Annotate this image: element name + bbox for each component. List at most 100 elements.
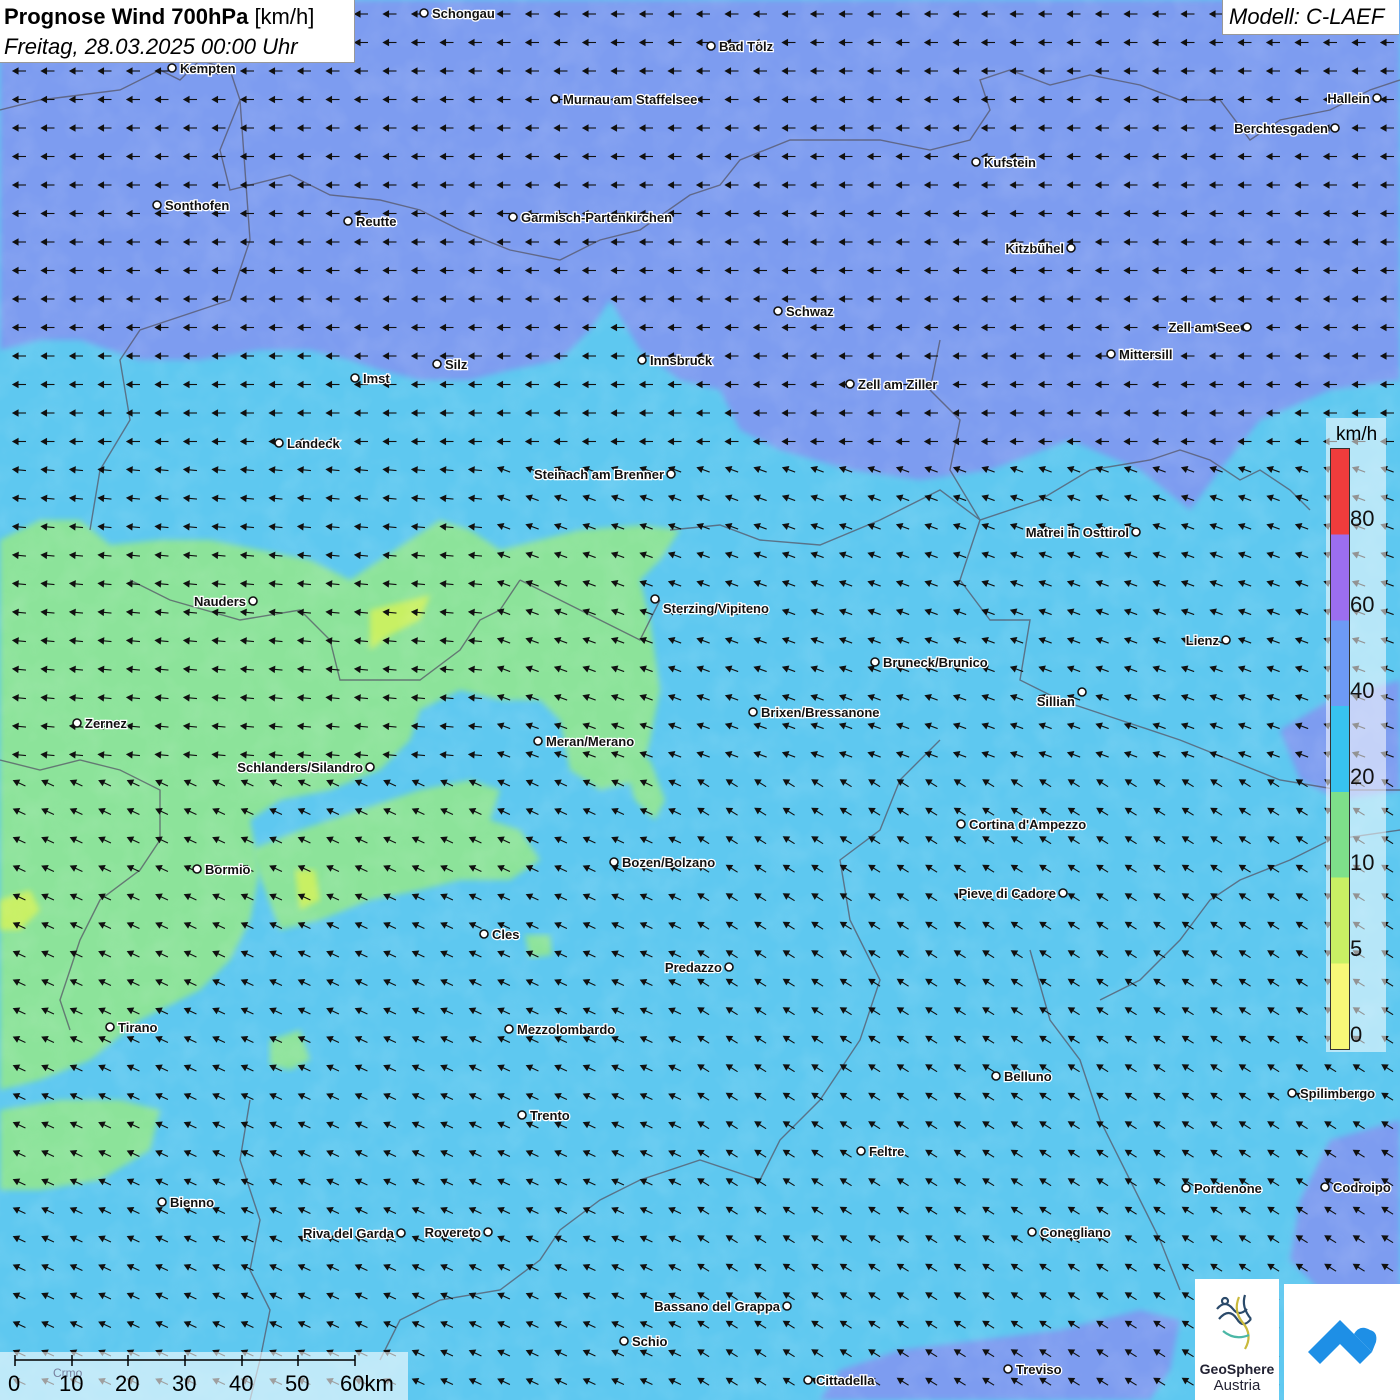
city-label: Innsbruck xyxy=(650,353,713,368)
city-marker: Zell am See xyxy=(1167,319,1252,336)
city-dot xyxy=(157,1197,167,1207)
legend-label-80: 80 xyxy=(1350,506,1375,531)
city-dot xyxy=(419,8,429,18)
city-label: Meran/Merano xyxy=(546,734,634,749)
city-marker: Bozen/Bolzano xyxy=(609,854,716,871)
city-marker: Bassano del Grappa xyxy=(653,1298,792,1315)
city-marker: Schongau xyxy=(419,5,496,22)
city-label: Steinach am Brenner xyxy=(534,467,664,482)
city-dot xyxy=(706,41,716,51)
city-label: Sonthofen xyxy=(165,198,229,213)
city-dot xyxy=(1330,123,1340,133)
city-label: Hallein xyxy=(1327,91,1370,106)
map-title-main: Prognose Wind 700hPa xyxy=(4,4,249,29)
city-label: Pieve di Cadore xyxy=(958,886,1056,901)
map-title: Prognose Wind 700hPa [km/h] xyxy=(4,4,314,30)
title-box: Prognose Wind 700hPa [km/h] Freitag, 28.… xyxy=(0,0,355,63)
city-marker: Cortina d'Ampezzo xyxy=(956,816,1088,833)
scale-bar: Crmo 0 10 20 30 40 50 60km xyxy=(0,1352,408,1400)
city-dot xyxy=(508,212,518,222)
legend-label-40: 40 xyxy=(1350,678,1375,703)
city-marker: Berchtesgaden xyxy=(1233,120,1340,137)
city-dot xyxy=(1131,527,1141,537)
city-marker: Conegliano xyxy=(1027,1224,1112,1241)
city-dot xyxy=(479,929,489,939)
scale-label-0: 0 xyxy=(8,1371,21,1396)
city-label: Imst xyxy=(363,371,390,386)
city-dot xyxy=(504,1024,514,1034)
city-label: Sterzing/Vipiteno xyxy=(663,601,769,616)
city-marker: Sonthofen xyxy=(152,197,231,214)
city-dot xyxy=(956,819,966,829)
city-label: Cles xyxy=(492,927,519,942)
legend-label-10: 10 xyxy=(1350,850,1375,875)
app-logo[interactable] xyxy=(1284,1284,1400,1400)
city-dot xyxy=(637,355,647,365)
city-dot xyxy=(167,63,177,73)
city-dot xyxy=(533,736,543,746)
city-marker: Brixen/Bressanone xyxy=(748,704,881,721)
city-marker: Zell am Ziller xyxy=(845,376,939,393)
city-label: Belluno xyxy=(1004,1069,1052,1084)
city-dot xyxy=(1003,1364,1013,1374)
city-dot xyxy=(248,596,258,606)
city-label: Lienz xyxy=(1186,633,1220,648)
city-label: Mezzolombardo xyxy=(517,1022,615,1037)
city-dot xyxy=(192,864,202,874)
legend-bar xyxy=(1330,448,1350,1050)
city-label: Bormio xyxy=(205,862,251,877)
city-dot xyxy=(1320,1182,1330,1192)
city-label: Kitzbühel xyxy=(1006,241,1065,256)
city-label: Zernez xyxy=(85,716,127,731)
geosphere-name: GeoSphere xyxy=(1199,1361,1275,1377)
color-legend: km/h 80 60 40 20 10 5 0 xyxy=(1326,418,1386,1052)
city-marker: Mezzolombardo xyxy=(504,1021,617,1038)
city-label: Sillian xyxy=(1037,694,1075,709)
city-label: Reutte xyxy=(356,214,396,229)
geosphere-emblem-icon xyxy=(1216,1294,1252,1350)
city-label: Kufstein xyxy=(984,155,1036,170)
city-label: Brixen/Bressanone xyxy=(761,705,880,720)
city-dot xyxy=(650,594,660,604)
city-label: Murnau am Staffelsee xyxy=(563,92,697,107)
model-name: Modell: C-LAEF xyxy=(1229,4,1385,29)
geosphere-logo[interactable]: GeoSphere Austria xyxy=(1195,1279,1279,1400)
city-dot xyxy=(971,157,981,167)
city-dot xyxy=(1372,93,1382,103)
city-dot xyxy=(991,1071,1001,1081)
city-label: Feltre xyxy=(869,1144,904,1159)
geosphere-country: Austria xyxy=(1213,1377,1261,1394)
city-dot xyxy=(870,657,880,667)
city-marker: Steinach am Brenner xyxy=(533,466,676,483)
city-label: Mittersill xyxy=(1119,347,1172,362)
legend-label-0: 0 xyxy=(1350,1022,1363,1047)
city-label: Schlanders/Silandro xyxy=(237,760,363,775)
city-marker: Garmisch-Partenkirchen xyxy=(508,209,673,226)
city-marker: Matrei in Osttirol xyxy=(1024,524,1141,541)
city-dot xyxy=(1106,349,1116,359)
city-label: Conegliano xyxy=(1040,1225,1111,1240)
city-label: Bienno xyxy=(170,1195,214,1210)
city-label: Landeck xyxy=(287,436,341,451)
map-title-unit: [km/h] xyxy=(254,4,315,29)
city-label: Bozen/Bolzano xyxy=(622,855,715,870)
city-label: Nauders xyxy=(194,594,246,609)
city-label: Zell am See xyxy=(1168,320,1240,335)
city-marker: Riva del Garda xyxy=(302,1225,406,1242)
city-dot xyxy=(72,718,82,728)
city-label: Trento xyxy=(530,1108,570,1123)
city-dot xyxy=(856,1146,866,1156)
forecast-time: Freitag, 28.03.2025 00:00 Uhr xyxy=(4,34,298,59)
city-label: Cittadella xyxy=(816,1373,875,1388)
city-dot xyxy=(1066,243,1076,253)
city-label: Garmisch-Partenkirchen xyxy=(521,210,672,225)
mountain-cloud-icon xyxy=(1308,1320,1377,1364)
city-dot xyxy=(773,306,783,316)
scale-label-40: 40 xyxy=(229,1371,254,1396)
city-dot xyxy=(1221,635,1231,645)
city-dot xyxy=(350,373,360,383)
scale-label-50: 50 xyxy=(285,1371,310,1396)
city-dot xyxy=(365,762,375,772)
city-label: Schongau xyxy=(432,6,495,21)
city-dot xyxy=(1027,1227,1037,1237)
